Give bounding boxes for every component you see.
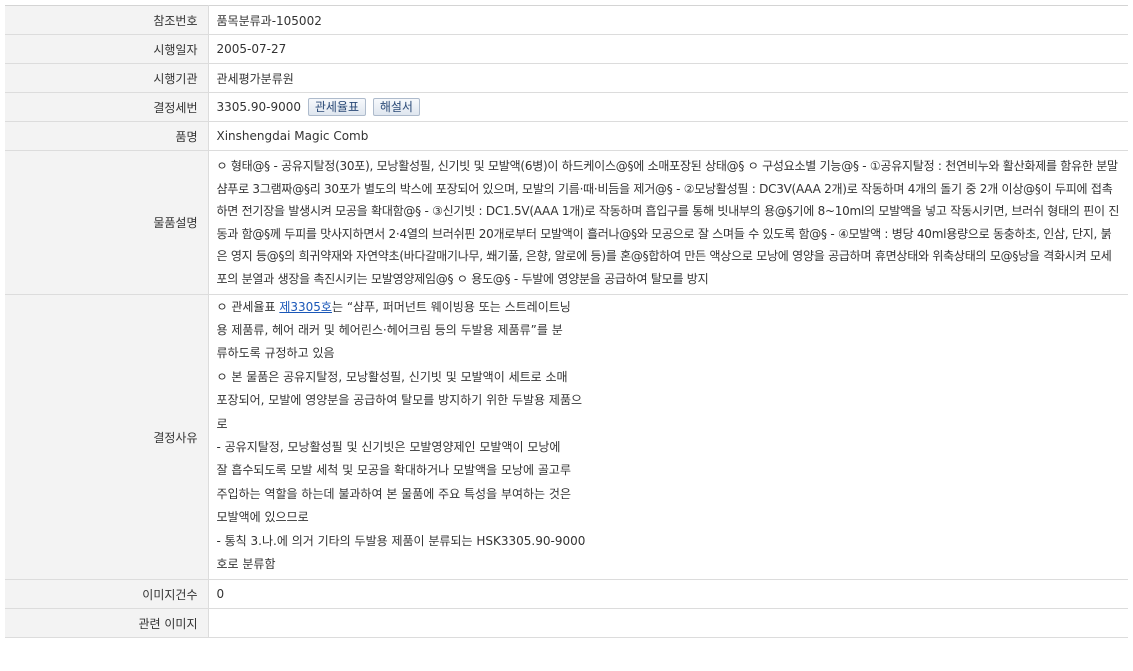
row-reason: 결정사유 ㅇ 관세율표 제3305호는 “샴푸, 퍼머넌트 웨이빙용 또는 스트… xyxy=(5,294,1128,581)
label-description: 물품설명 xyxy=(5,150,209,295)
reason-line: ㅇ 본 물품은 공유지탈정, 모낭활성필, 신기빗 및 모발액이 세트로 소매 xyxy=(216,369,568,384)
reason-line: 로 xyxy=(216,416,228,431)
reason-line: 포장되어, 모발에 영양분을 공급하여 탈모를 방지하기 위한 두발용 제품으 xyxy=(216,393,583,408)
reason-line: 호로 분류함 xyxy=(216,557,276,572)
row-hs-code: 결정세번 3305.90-9000 관세율표 해설서 xyxy=(5,92,1128,122)
reason-line: - 공유지탈정, 모낭활성필 및 신기빗은 모발영양제인 모발액이 모낭에 xyxy=(216,440,561,454)
label-related-images: 관련 이미지 xyxy=(5,608,209,639)
row-ref-no: 참조번호 품목분류과-105002 xyxy=(5,5,1128,35)
row-description: 물품설명 ㅇ 형태@§ - 공유지탈정(30포), 모낭활성필, 신기빗 및 모… xyxy=(5,150,1128,295)
hs-code: 3305.90-9000 xyxy=(216,100,302,114)
row-date: 시행일자 2005-07-27 xyxy=(5,34,1128,64)
value-date: 2005-07-27 xyxy=(208,34,1128,64)
explanatory-notes-button[interactable]: 해설서 xyxy=(372,98,420,116)
label-image-count: 이미지건수 xyxy=(5,579,209,610)
reason-line: 잘 흡수되도록 모발 세척 및 모공을 확대하거나 모발액을 모낭에 골고루 xyxy=(216,463,572,478)
heading-3305-link[interactable]: 제3305호 xyxy=(279,300,332,314)
reason-line: ㅇ 관세율표 제3305호는 “샴푸, 퍼머넌트 웨이빙용 또는 스트레이트닝 xyxy=(217,296,1121,319)
reason-line: - 통칙 3.나.에 의거 기타의 두발용 제품이 분류되는 HSK3305.9… xyxy=(216,533,586,548)
reason-line: 주입하는 역할을 하는데 불과하여 본 물품에 주요 특성을 부여하는 것은 xyxy=(216,486,572,501)
row-item-name: 품명 Xinshengdai Magic Comb xyxy=(5,121,1128,151)
value-description: ㅇ 형태@§ - 공유지탈정(30포), 모낭활성필, 신기빗 및 모발액(6병… xyxy=(208,150,1128,295)
label-item-name: 품명 xyxy=(5,121,209,151)
row-related-images: 관련 이미지 xyxy=(5,608,1128,639)
label-hs-code: 결정세번 xyxy=(5,92,209,122)
reason-line: 류하도록 규정하고 있음 xyxy=(216,346,335,361)
value-agency: 관세평가분류원 xyxy=(208,63,1128,93)
value-ref-no: 품목분류과-105002 xyxy=(208,5,1128,35)
label-agency: 시행기관 xyxy=(5,63,209,93)
row-image-count: 이미지건수 0 xyxy=(5,579,1128,610)
reason-line: 모발액에 있으므로 xyxy=(216,510,309,525)
value-related-images xyxy=(208,608,1128,639)
ruling-detail-table: 참조번호 품목분류과-105002 시행일자 2005-07-27 시행기관 관… xyxy=(5,5,1128,639)
value-image-count: 0 xyxy=(208,579,1128,610)
label-date: 시행일자 xyxy=(5,34,209,64)
tariff-schedule-button[interactable]: 관세율표 xyxy=(307,98,366,116)
label-reason: 결정사유 xyxy=(5,294,209,581)
value-hs-code-cell: 3305.90-9000 관세율표 해설서 xyxy=(208,92,1128,122)
value-item-name: Xinshengdai Magic Comb xyxy=(208,121,1128,151)
row-agency: 시행기관 관세평가분류원 xyxy=(5,63,1128,93)
value-reason: ㅇ 관세율표 제3305호는 “샴푸, 퍼머넌트 웨이빙용 또는 스트레이트닝 … xyxy=(208,294,1128,581)
reason-line: 용 제품류, 헤어 래커 및 헤어린스·헤어크림 등의 두발용 제품류”를 분 xyxy=(216,322,563,337)
reason-text: ㅇ 관세율표 xyxy=(216,299,280,314)
label-ref-no: 참조번호 xyxy=(5,5,209,35)
reason-text: 는 “샴푸, 퍼머넌트 웨이빙용 또는 스트레이트닝 xyxy=(331,299,571,314)
